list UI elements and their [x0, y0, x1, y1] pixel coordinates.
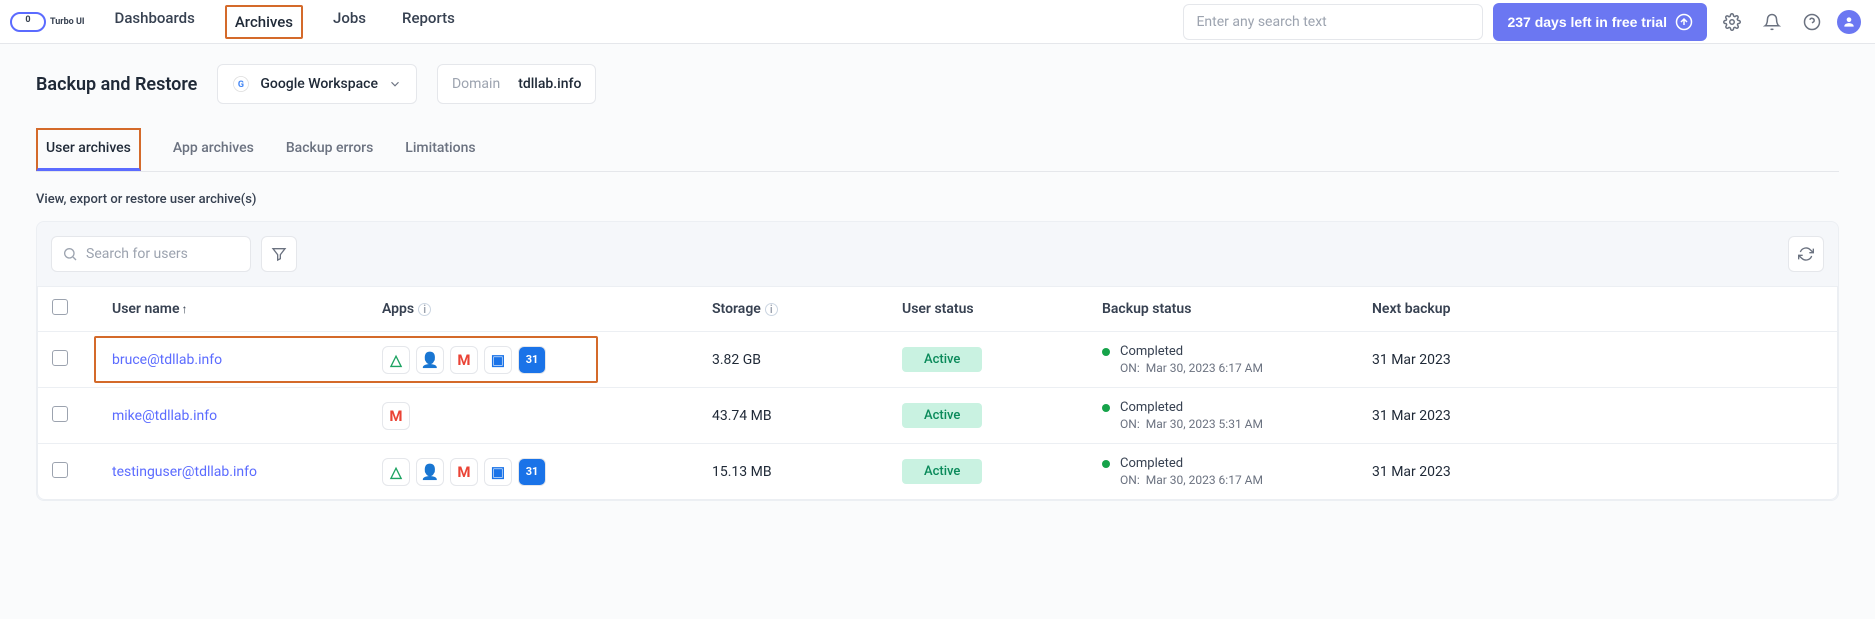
col-username[interactable]: User name↑ [98, 287, 368, 332]
next-backup-cell: 31 Mar 2023 [1358, 332, 1837, 388]
storage-cell: 15.13 MB [698, 444, 888, 500]
app-gmail-icon: M [450, 458, 478, 486]
col-next-backup: Next backup [1358, 287, 1837, 332]
page-header: Backup and Restore G Google Workspace Do… [36, 64, 1839, 104]
bell-icon [1763, 13, 1781, 31]
app-calendar-icon: 31 [518, 346, 546, 374]
backup-on-text: ON:Mar 30, 2023 5:31 AM [1120, 417, 1263, 431]
tab-app-archives[interactable]: App archives [173, 128, 254, 171]
sort-asc-icon: ↑ [181, 302, 187, 316]
refresh-icon [1798, 246, 1814, 262]
nav-jobs[interactable]: Jobs [327, 5, 372, 39]
workspace-selector[interactable]: G Google Workspace [217, 64, 417, 104]
next-backup-cell: 31 Mar 2023 [1358, 388, 1837, 444]
table-row: bruce@tdllab.info △👤M▣31 3.82 GB Active Comp… [38, 332, 1837, 388]
app-calendar-icon: 31 [518, 458, 546, 486]
status-badge: Active [902, 347, 982, 372]
upload-circle-icon [1675, 13, 1693, 31]
domain-prefix: Domain [452, 76, 500, 92]
tab-user-archives[interactable]: User archives [36, 128, 141, 171]
brand-text: Turbo UI [50, 17, 85, 27]
app-contacts-icon: 👤 [416, 346, 444, 374]
backup-status-text: Completed [1120, 400, 1263, 415]
status-dot-icon [1102, 348, 1110, 356]
app-drive-icon: △ [382, 458, 410, 486]
row-checkbox[interactable] [52, 406, 68, 422]
page-title: Backup and Restore [36, 74, 197, 95]
google-icon: G [232, 75, 250, 93]
status-badge: Active [902, 403, 982, 428]
tabs: User archives App archives Backup errors… [36, 128, 1839, 172]
user-link[interactable]: bruce@tdllab.info [112, 352, 222, 368]
status-dot-icon [1102, 460, 1110, 468]
search-icon [62, 246, 78, 262]
gear-icon [1723, 13, 1741, 31]
tab-backup-errors[interactable]: Backup errors [286, 128, 373, 171]
table-row: testinguser@tdllab.info △👤M▣31 15.13 MB Act… [38, 444, 1837, 500]
user-table: User name↑ Appsi Storagei User status Ba… [37, 286, 1838, 500]
settings-button[interactable] [1717, 7, 1747, 37]
nav-archives[interactable]: Archives [225, 5, 303, 39]
row-checkbox[interactable] [52, 350, 68, 366]
svg-text:G: G [238, 80, 244, 90]
next-backup-cell: 31 Mar 2023 [1358, 444, 1837, 500]
info-icon[interactable]: i [765, 303, 778, 316]
user-icon [1842, 15, 1856, 29]
table-row: mike@tdllab.info M 43.74 MB Active Completed… [38, 388, 1837, 444]
global-search[interactable]: Enter any search text [1183, 4, 1483, 40]
app-chat-icon: ▣ [484, 458, 512, 486]
user-search-placeholder: Search for users [86, 246, 188, 262]
storage-cell: 3.82 GB [698, 332, 888, 388]
col-user-status: User status [888, 287, 1088, 332]
user-search[interactable]: Search for users [51, 236, 251, 272]
page-body: Backup and Restore G Google Workspace Do… [0, 44, 1875, 521]
user-link[interactable]: testinguser@tdllab.info [112, 464, 257, 480]
app-gmail-icon: M [450, 346, 478, 374]
app-contacts-icon: 👤 [416, 458, 444, 486]
help-button[interactable] [1797, 7, 1827, 37]
backup-status-text: Completed [1120, 456, 1263, 471]
row-checkbox[interactable] [52, 462, 68, 478]
trial-label: 237 days left in free trial [1507, 14, 1667, 30]
topbar: Turbo UI Dashboards Archives Jobs Report… [0, 0, 1875, 44]
refresh-button[interactable] [1788, 236, 1824, 272]
search-placeholder: Enter any search text [1196, 14, 1326, 30]
app-drive-icon: △ [382, 346, 410, 374]
status-badge: Active [902, 459, 982, 484]
col-backup-status: Backup status [1088, 287, 1358, 332]
domain-value: tdllab.info [518, 76, 581, 92]
main-nav: Dashboards Archives Jobs Reports [109, 5, 461, 39]
col-apps: Appsi [368, 287, 698, 332]
cloud-icon [10, 12, 46, 32]
user-avatar[interactable] [1837, 10, 1861, 34]
filter-bar: Search for users [37, 222, 1838, 286]
storage-cell: 43.74 MB [698, 388, 888, 444]
chevron-down-icon [388, 77, 402, 91]
filter-icon [271, 246, 287, 262]
backup-status-text: Completed [1120, 344, 1263, 359]
notifications-button[interactable] [1757, 7, 1787, 37]
subtitle: View, export or restore user archive(s) [36, 192, 1839, 207]
info-icon[interactable]: i [418, 303, 431, 316]
user-archive-panel: Search for users User name↑ Appsi Storag… [36, 221, 1839, 501]
select-all-checkbox[interactable] [52, 299, 68, 315]
workspace-label: Google Workspace [260, 76, 378, 92]
backup-on-text: ON:Mar 30, 2023 6:17 AM [1120, 473, 1263, 487]
nav-dashboards[interactable]: Dashboards [109, 5, 201, 39]
nav-reports[interactable]: Reports [396, 5, 461, 39]
app-gmail-icon: M [382, 402, 410, 430]
backup-on-text: ON:Mar 30, 2023 6:17 AM [1120, 361, 1263, 375]
tab-limitations[interactable]: Limitations [405, 128, 475, 171]
app-chat-icon: ▣ [484, 346, 512, 374]
user-link[interactable]: mike@tdllab.info [112, 408, 217, 424]
help-icon [1803, 13, 1821, 31]
brand-logo[interactable]: Turbo UI [10, 12, 85, 32]
filter-button[interactable] [261, 236, 297, 272]
status-dot-icon [1102, 404, 1110, 412]
trial-button[interactable]: 237 days left in free trial [1493, 3, 1707, 41]
col-storage: Storagei [698, 287, 888, 332]
domain-selector[interactable]: Domain tdllab.info [437, 64, 596, 104]
